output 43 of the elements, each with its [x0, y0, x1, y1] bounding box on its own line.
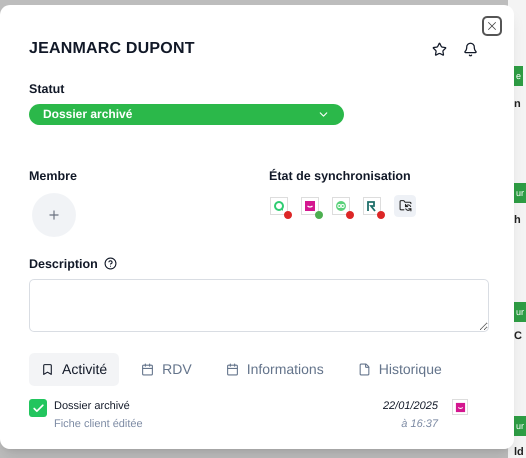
activity-time: à 16:37 [401, 417, 438, 432]
tab[interactable]: Activité [29, 353, 120, 386]
favorite-button[interactable] [432, 42, 447, 56]
text-fragment: C [514, 329, 522, 344]
bookmark-icon [41, 363, 54, 376]
tab[interactable]: Informations [214, 353, 336, 386]
plus-icon [47, 208, 61, 222]
app-logo-icon [304, 200, 316, 212]
field-label: Membre [29, 168, 78, 185]
activity-date: 22/01/2025 [382, 399, 438, 414]
folder-sync-button[interactable] [394, 194, 416, 216]
star-icon [432, 42, 447, 56]
status-badge: ur [514, 416, 526, 436]
field-label: État de synchronisation [269, 168, 412, 185]
description-field[interactable] [29, 279, 489, 332]
activity-subtitle: Fiche client éditée [54, 417, 143, 432]
file-icon [358, 363, 371, 376]
checkbox[interactable] [29, 399, 47, 418]
field-label: Description [29, 256, 98, 273]
text-fragment: ld [514, 445, 524, 458]
status-badge: e [514, 66, 524, 86]
help-icon [104, 257, 117, 270]
activity-title: Dossier archivé [54, 399, 131, 414]
tab[interactable]: Historique [346, 353, 454, 386]
close-button[interactable] [482, 16, 502, 36]
chat-bubble-icon [273, 200, 285, 212]
text-fragment: n [514, 97, 521, 112]
calendar-icon [226, 363, 239, 376]
status-badge: ur [514, 302, 526, 322]
status-dropdown[interactable]: Dossier archivé [29, 104, 344, 125]
notification-button[interactable] [463, 42, 478, 56]
bell-icon [463, 42, 478, 56]
client-name: JEANMARC DUPONT [29, 39, 195, 59]
field-label: Statut [29, 81, 66, 98]
r-logo-icon [366, 200, 378, 212]
text-fragment: h [514, 213, 521, 228]
status-badge: ur [514, 183, 526, 203]
calendar-icon [141, 363, 154, 376]
tab[interactable]: RDV [129, 353, 204, 386]
infinity-logo-icon [335, 200, 347, 212]
check-icon [32, 402, 44, 415]
close-icon [485, 19, 499, 33]
folder-sync-icon [398, 199, 412, 212]
